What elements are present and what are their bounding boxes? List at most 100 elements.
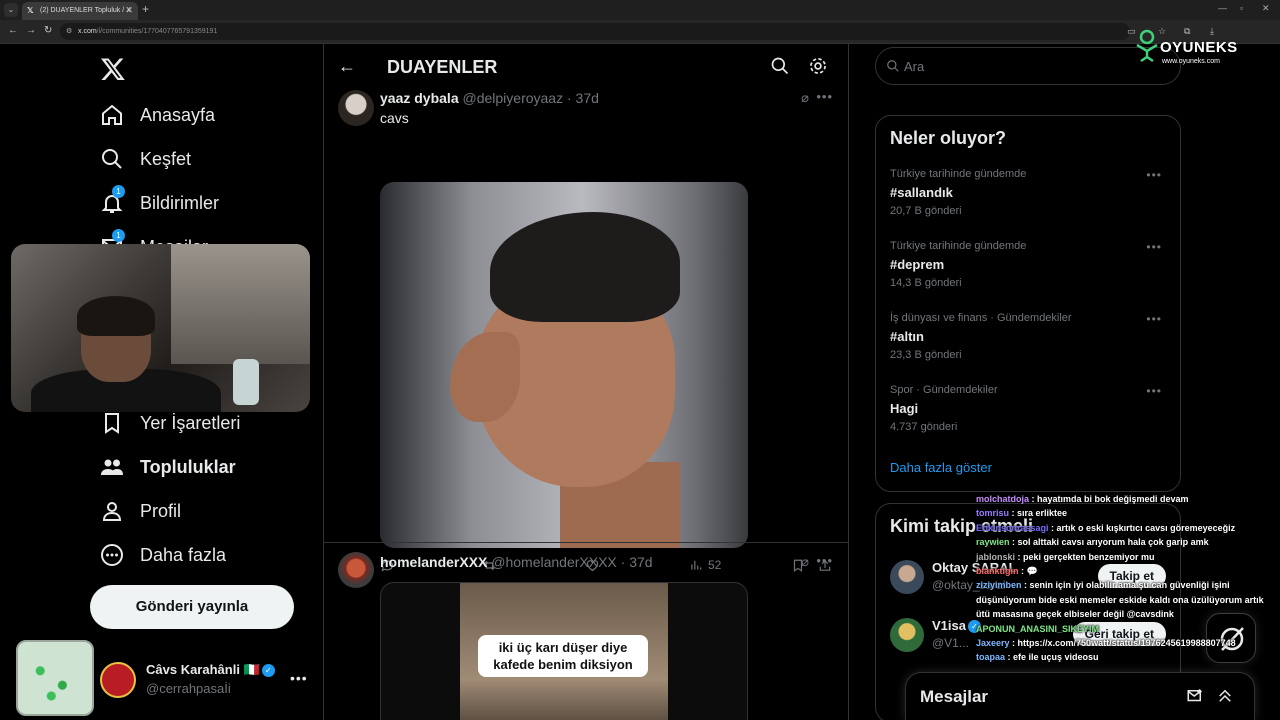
avatar[interactable] [890, 618, 924, 652]
tweet-media-image[interactable] [380, 182, 748, 548]
window-close-icon[interactable]: ✕ [1262, 3, 1270, 14]
nav-notifications[interactable]: 1 Bildirimler [100, 185, 220, 218]
nav-more-label: Daha fazla [140, 544, 227, 565]
tab-close-icon[interactable]: ✕ [125, 5, 133, 16]
tweet-author-name[interactable]: homelanderXXX [380, 554, 487, 570]
trend-count: 23,3 B gönderi [890, 349, 962, 361]
nav-bookmarks[interactable]: Yer İşaretleri [100, 408, 240, 438]
chat-message: molchatdoja : hayatımda bi bok değişmedi… [976, 492, 1276, 506]
chat-message: ziziyimben : senin için iyi olabilir ama… [976, 578, 1276, 621]
grok-icon[interactable]: ⌀ [801, 90, 809, 106]
trend-item[interactable]: Spor · Gündemdekiler Hagi 4.737 gönderi … [890, 384, 1170, 444]
trend-more-icon[interactable]: ••• [1146, 384, 1162, 398]
url-field[interactable]: ⚙ x.com/i/communities/177040776579135919… [60, 23, 1130, 40]
trend-tag: #sallandık [890, 185, 953, 200]
trend-count: 14,3 B gönderi [890, 277, 962, 289]
video-frame: iki üç karı düşer diye kafede benim diks… [460, 583, 668, 720]
new-message-icon[interactable] [1186, 687, 1204, 705]
browser-tab[interactable]: 𝕏 (2) DUAYENLER Topluluk / X ✕ [22, 2, 138, 20]
expand-up-icon[interactable] [1216, 687, 1234, 705]
maximize-icon[interactable]: ▫ [1240, 3, 1243, 13]
bell-icon: 1 [100, 185, 125, 215]
nav-home[interactable]: Anasayfa [100, 100, 215, 130]
tweet-time[interactable]: · 37d [567, 90, 599, 106]
tweet-author-handle[interactable]: @delpiyeroyaaz [463, 90, 564, 106]
tweet-avatar[interactable] [338, 552, 374, 588]
chat-message: tomrisu : sıra erliktee [976, 506, 1276, 520]
tweet-media-video[interactable]: iki üç karı düşer diye kafede benim diks… [380, 582, 748, 720]
nav-bookmarks-label: Yer İşaretleri [140, 412, 241, 433]
trend-more-icon[interactable]: ••• [1146, 312, 1162, 326]
search-icon [102, 149, 122, 169]
nav-explore-label: Keşfet [140, 148, 192, 169]
search-icon[interactable] [770, 56, 790, 76]
nav-profile-label: Profil [140, 500, 182, 521]
url-host: x.com [78, 28, 97, 35]
video-caption: iki üç karı düşer diye kafede benim diks… [478, 635, 648, 677]
nav-explore[interactable]: Keşfet [100, 144, 191, 174]
chat-username: tomrisu [976, 508, 1010, 519]
trend-item[interactable]: Türkiye tarihinde gündemde #deprem 14,3 … [890, 240, 1170, 300]
trend-item[interactable]: İş dünyası ve finans · Gündemdekiler #al… [890, 312, 1170, 372]
media-hair [490, 212, 680, 322]
nav-profile[interactable]: Profil [100, 496, 181, 526]
nav-notifications-label: Bildirimler [140, 192, 220, 213]
tab-title: (2) DUAYENLER Topluluk / X [40, 7, 131, 14]
bookmark-icon [105, 413, 119, 434]
suggestion-name-row: V1isa ✓ [932, 618, 981, 634]
account-more-icon[interactable]: ••• [290, 670, 308, 686]
gear-icon[interactable] [808, 56, 828, 76]
forward-nav-icon[interactable]: → [26, 25, 36, 36]
chat-message: jablonski : peki gerçekten benzemiyor mu [976, 550, 1276, 564]
minimize-icon[interactable]: — [1218, 3, 1227, 13]
account-name: Câvs Karahânli 🇮🇹 [146, 662, 260, 677]
nav-more[interactable]: Daha fazla [100, 540, 226, 570]
suggestion-name: V1isa [932, 618, 966, 633]
tweet-author-handle[interactable]: @homelanderXXXX [491, 554, 617, 570]
chat-username: raywien [976, 537, 1010, 548]
tweet-avatar[interactable] [338, 90, 374, 126]
chat-username: toapaa [976, 652, 1006, 663]
trend-more-icon[interactable]: ••• [1146, 240, 1162, 254]
chat-text: : hayatımda bi bok değişmedi devam [1029, 494, 1189, 504]
back-arrow-icon[interactable]: ← [338, 56, 356, 77]
show-more-link[interactable]: Daha fazla göster [890, 460, 992, 475]
trend-count: 20,7 B gönderi [890, 205, 962, 217]
messages-drawer-title: Mesajlar [920, 687, 989, 706]
views-stat[interactable]: 52 [689, 558, 721, 572]
trend-item[interactable]: Türkiye tarihinde gündemde #sallandık 20… [890, 168, 1170, 228]
trend-context: Spor · Gündemdekiler [890, 384, 998, 396]
page-title: DUAYENLER [387, 57, 498, 77]
tweet-divider [324, 542, 848, 543]
suggestion-handle: @V1... [932, 636, 969, 650]
site-info-icon[interactable]: ⚙ [66, 27, 72, 35]
tab-search-button[interactable]: ⌄ [4, 3, 18, 17]
chat-message: APONUN_ANASINI_SIKEYIM [976, 622, 1276, 636]
chat-message: Jaxeery : https://x.com/750watt/status/1… [976, 636, 1276, 650]
grok-icon[interactable]: ⌀ [801, 554, 809, 570]
community-header: ← DUAYENLER [324, 44, 848, 90]
nav-communities[interactable]: Topluluklar [100, 452, 236, 482]
tweet-time[interactable]: · 37d [621, 554, 653, 570]
trend-tag: Hagi [890, 401, 919, 416]
tweet-author-name[interactable]: yaaz dybala [380, 90, 459, 106]
trends-title: Neler oluyor? [890, 128, 1007, 148]
post-button[interactable]: Gönderi yayınla [90, 585, 294, 629]
messages-drawer[interactable]: Mesajlar [905, 672, 1255, 720]
back-nav-icon[interactable]: ← [8, 25, 18, 36]
chat-message: Erikinsonrassagi : artık o eski kışkırtı… [976, 521, 1276, 535]
webcam-wall [171, 244, 310, 364]
account-switcher[interactable]: Câvs Karahânli 🇮🇹 ✓ @cerrahpasaİi ••• [100, 658, 320, 702]
oyuneks-mascot-icon [1136, 29, 1158, 63]
chat-message: toapaa : efe ile uçuş videosu [976, 650, 1276, 664]
x-logo-icon[interactable] [100, 56, 126, 82]
trend-more-icon[interactable]: ••• [1146, 168, 1162, 182]
chat-username: molchatdoja [976, 494, 1030, 504]
reload-icon[interactable]: ↻ [44, 25, 52, 36]
avatar[interactable] [890, 560, 924, 594]
tweet-more-icon[interactable]: ••• [816, 89, 833, 104]
media-nose [450, 332, 520, 422]
new-tab-button[interactable]: + [142, 2, 149, 16]
tweet-more-icon[interactable]: ••• [816, 553, 833, 568]
account-handle: @cerrahpasaİi [146, 681, 231, 696]
